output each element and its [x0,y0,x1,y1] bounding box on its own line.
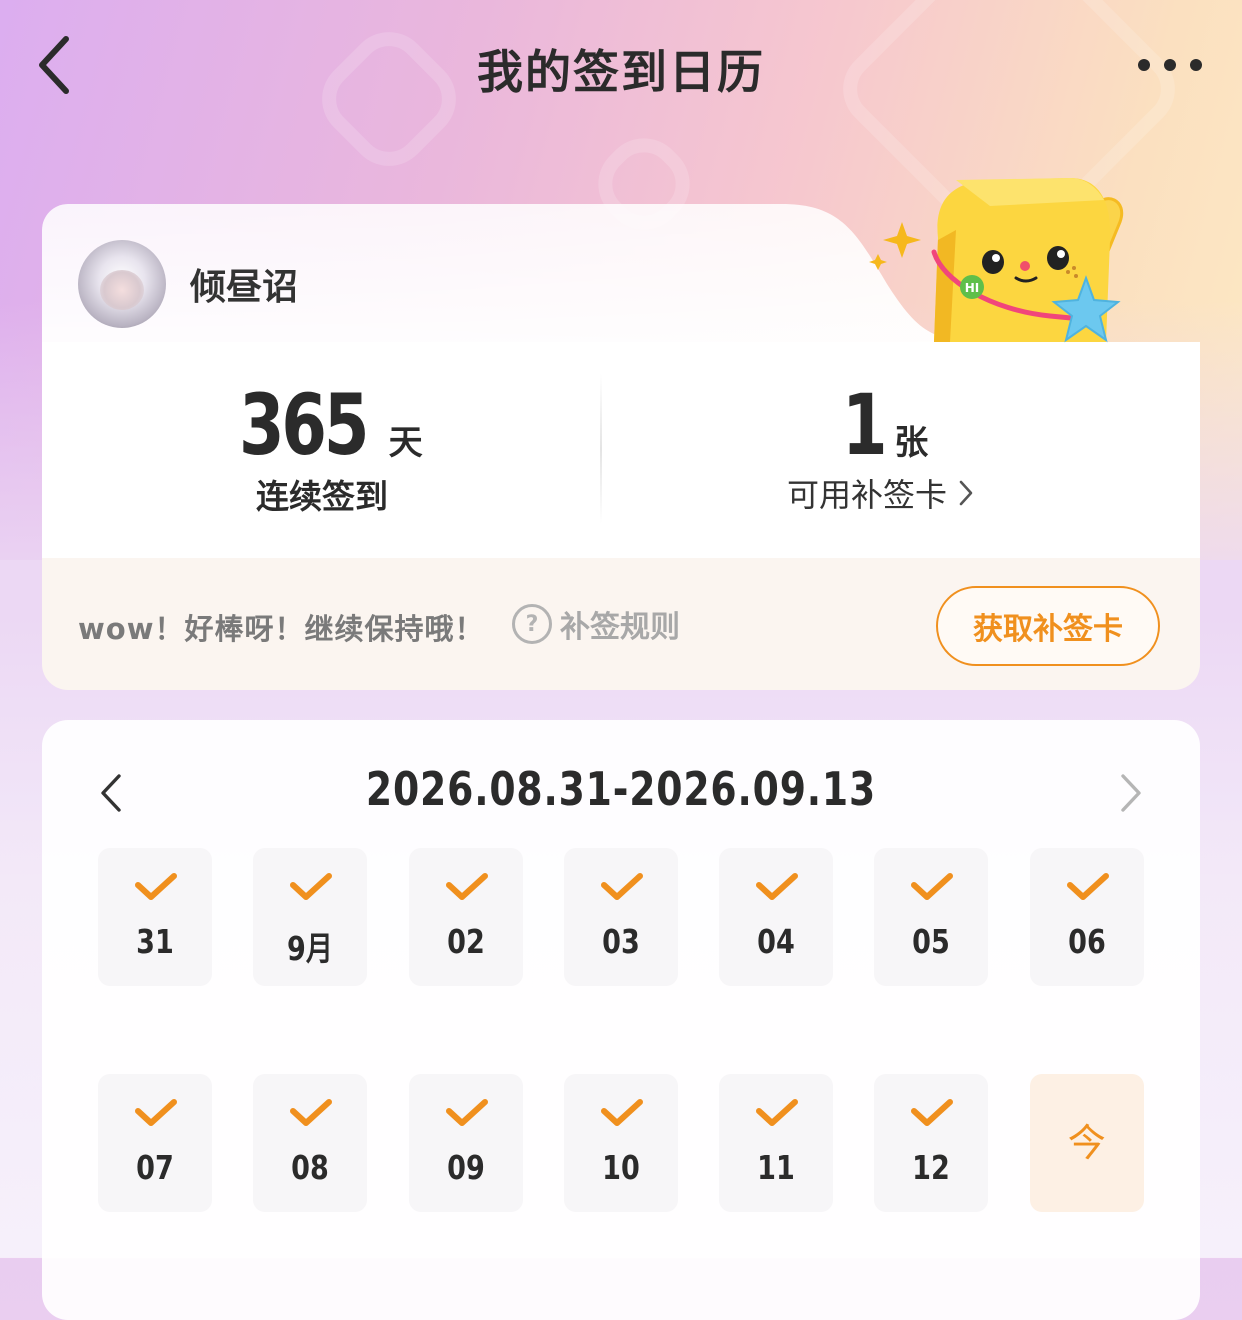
mascot-illustration: HI [869,178,1124,343]
day-grid: 31 9月 02 03 04 05 06 07 08 09 10 11 12 今 [98,848,1144,1212]
checkmark-icon [290,873,333,900]
makeup-card-label: 可用补签卡 [786,476,947,514]
day-cell-today[interactable]: 今 [1029,1074,1144,1212]
makeup-card-link[interactable]: 可用补签卡 [787,470,977,516]
day-label: 05 [912,922,951,961]
sparkle-icon [869,222,921,270]
calendar-card: 2026.08.31-2026.09.13 31 9月 02 03 04 05 06 07 08… [42,720,1200,1320]
page-title: 我的签到日历 [477,45,765,99]
chevron-left-icon [101,774,121,812]
date-range: 2026.08.31-2026.09.13 [365,762,877,816]
rules-link[interactable]: ? 补签规则 [512,602,680,646]
streak-label: 连续签到 [256,477,388,516]
day-label: 07 [136,1148,174,1187]
checkmark-icon [911,1099,954,1126]
day-cell[interactable]: 07 [98,1074,212,1212]
card-footer: wow！好棒呀！继续保持哦！ ? 补签规则 获取补签卡 [42,558,1200,690]
day-cell[interactable]: 10 [563,1074,678,1212]
previous-range-button[interactable] [86,768,136,818]
more-dots-icon [1190,59,1202,71]
streak-unit: 天 [388,423,423,463]
checkmark-icon [290,1099,333,1126]
day-label: 06 [1067,922,1106,961]
more-dots-icon [1138,59,1150,71]
checkmark-icon [600,873,643,900]
day-cell[interactable]: 08 [253,1074,368,1212]
day-label: 04 [757,922,796,961]
day-label: 9月 [287,929,334,968]
day-cell[interactable]: 04 [719,848,834,986]
get-makeup-card-button[interactable]: 获取补签卡 [936,586,1160,666]
checkmark-icon [135,1099,177,1126]
day-cell[interactable]: 9月 [253,848,368,986]
day-cell[interactable]: 31 [98,848,212,986]
next-range-button[interactable] [1106,768,1156,818]
hi-badge: HI [960,275,984,299]
day-cell[interactable]: 06 [1029,848,1144,986]
chevron-right-icon [959,480,973,506]
day-cell[interactable]: 05 [874,848,989,986]
checkmark-icon [135,873,177,900]
day-label: 10 [602,1148,640,1187]
day-cell[interactable]: 12 [874,1074,989,1212]
day-label: 12 [912,1148,951,1187]
streak-stat: 365 天 连续签到 [42,382,602,518]
more-dots-icon [1164,59,1176,71]
day-cell[interactable]: 09 [408,1074,523,1212]
user-row: 倾昼诏 [78,240,298,328]
rules-label: 补签规则 [560,610,680,645]
day-cell[interactable]: 03 [563,848,678,986]
checkmark-icon [911,873,954,900]
avatar[interactable] [78,240,166,328]
checkmark-icon [756,1099,799,1126]
question-icon: ? [512,604,552,644]
chevron-right-icon [1121,774,1141,812]
checkmark-icon [445,873,488,900]
date-range-row: 2026.08.31-2026.09.13 [42,762,1200,818]
day-cell[interactable]: 11 [719,1074,834,1212]
day-label: 08 [291,1148,330,1187]
day-label: 31 [136,922,174,961]
makeup-card-unit: 张 [894,423,929,463]
hi-badge-text: HI [965,281,980,295]
encourage-text: wow！好棒呀！继续保持哦！ [78,612,485,646]
day-label: 11 [757,1148,796,1187]
more-button[interactable] [1118,40,1222,90]
checkmark-icon [756,873,799,900]
checkmark-icon [1066,873,1109,900]
day-label: 今 [1067,1121,1106,1165]
username: 倾昼诏 [190,267,299,308]
day-label: 09 [446,1148,485,1187]
checkmark-icon [600,1099,643,1126]
checkmark-icon [445,1099,488,1126]
day-cell[interactable]: 02 [408,848,523,986]
day-label: 03 [602,922,640,961]
day-label: 02 [446,922,485,961]
streak-value: 365 [239,376,370,474]
